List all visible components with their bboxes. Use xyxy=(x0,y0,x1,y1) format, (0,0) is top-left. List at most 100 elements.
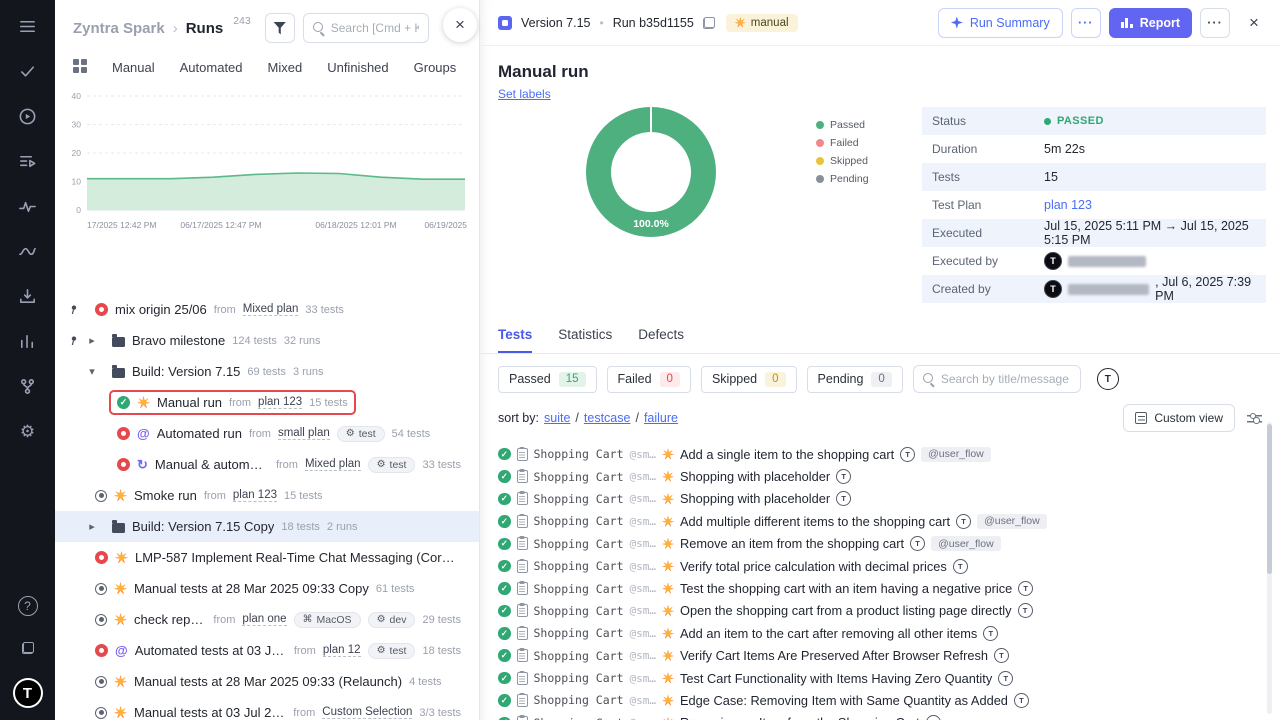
run-info-table: Status PASSED Duration 5m 22s Tests 15 T… xyxy=(922,107,1266,303)
summary-more-button[interactable]: ··· xyxy=(1071,8,1101,38)
run-tree-item[interactable]: mix origin 25/06 from Mixed plan 33 test… xyxy=(55,294,479,325)
rail-settings-button[interactable]: ⚙ xyxy=(16,419,40,443)
runs-count-badge: 243 xyxy=(233,13,251,27)
test-row[interactable]: ✓ Shopping Cart @sm… Remove an item from… xyxy=(498,533,1256,555)
tests-search-input[interactable] xyxy=(941,372,1071,386)
plan-link[interactable]: Mixed plan xyxy=(305,458,361,471)
clipboard-icon xyxy=(517,672,528,685)
sort-testcase-link[interactable]: testcase xyxy=(584,411,631,425)
test-row[interactable]: ✓ Shopping Cart @sm… Edge Case: Removing… xyxy=(498,689,1256,711)
run-tree-item[interactable]: Manual tests at 28 Mar 2025 09:33 Copy 6… xyxy=(55,573,479,604)
passed-check-icon: ✓ xyxy=(498,672,511,685)
rail-pulse-button[interactable] xyxy=(16,194,40,218)
runs-tab[interactable]: Automated xyxy=(180,60,243,75)
test-row[interactable]: ✓ Shopping Cart @sm… Shopping with place… xyxy=(498,465,1256,487)
legend-label: Skipped xyxy=(830,155,868,167)
breadcrumb-project[interactable]: Zyntra Spark xyxy=(73,20,165,37)
chevron-right-icon[interactable]: ▸ xyxy=(87,334,97,347)
run-tree-item[interactable]: ✓ Manual run from plan 123 15 tests xyxy=(55,387,479,418)
set-labels-link[interactable]: Set labels xyxy=(498,87,551,101)
run-tree-item[interactable]: Manual tests at 03 Jul 2025 12:08 from C… xyxy=(55,697,479,720)
run-tree-item[interactable]: LMP-587 Implement Real-Time Chat Messagi… xyxy=(55,542,479,573)
test-row[interactable]: ✓ Shopping Cart @sm… Open the shopping c… xyxy=(498,600,1256,622)
rail-branch-button[interactable] xyxy=(16,374,40,398)
chevron-right-icon[interactable]: ▸ xyxy=(87,520,97,533)
pin-slot xyxy=(67,304,80,315)
test-row[interactable]: ✓ Shopping Cart @sm… Test Cart Functiona… xyxy=(498,667,1256,689)
rail-analytics-button[interactable] xyxy=(16,239,40,263)
test-row[interactable]: ✓ Shopping Cart @sm… Verify total price … xyxy=(498,555,1256,577)
copy-run-id-icon[interactable] xyxy=(703,17,715,29)
plan-link[interactable]: small plan xyxy=(278,427,330,440)
run-tree-item[interactable]: @ Automated run from small plan ⚙test 54… xyxy=(55,418,479,449)
menu-button[interactable] xyxy=(16,14,40,38)
rail-testcases-button[interactable] xyxy=(16,59,40,83)
runs-search[interactable] xyxy=(303,13,429,43)
test-list-scrollbar[interactable] xyxy=(1267,422,1272,714)
plan-link[interactable]: plan 123 xyxy=(258,396,302,409)
custom-view-button[interactable]: Custom view xyxy=(1123,404,1235,432)
user-avatar[interactable]: T xyxy=(13,678,43,708)
grid-view-icon[interactable] xyxy=(73,59,87,76)
scrollbar-thumb[interactable] xyxy=(1267,424,1272,574)
tests-search[interactable] xyxy=(913,365,1081,393)
run-tree-item[interactable]: Smoke run from plan 123 15 tests xyxy=(55,480,479,511)
help-button[interactable]: ? xyxy=(16,594,40,618)
runs-tab[interactable]: Groups xyxy=(414,60,457,75)
runs-search-input[interactable] xyxy=(331,21,419,35)
run-tree-item[interactable]: check report sharing from plan one ⌘MacO… xyxy=(55,604,479,635)
test-row[interactable]: ✓ Shopping Cart @sm… Test the shopping c… xyxy=(498,577,1256,599)
status-filter-chip[interactable]: Passed 15 xyxy=(498,366,597,393)
status-filter-chip[interactable]: Failed 0 xyxy=(607,366,691,393)
run-tree-item[interactable]: ↻ Manual & automated run from Mixed plan… xyxy=(55,449,479,480)
test-row[interactable]: ✓ Shopping Cart @sm… Verify Cart Items A… xyxy=(498,645,1256,667)
test-plan-link[interactable]: plan 123 xyxy=(1044,198,1092,212)
chevron-down-icon[interactable]: ▾ xyxy=(87,365,97,378)
test-row[interactable]: ✓ Shopping Cart @sm… Add multiple differ… xyxy=(498,510,1256,532)
plan-link[interactable]: Custom Selection xyxy=(322,706,412,719)
assignee-filter-button[interactable]: T xyxy=(1097,368,1119,390)
run-tree-item[interactable]: @ Automated tests at 03 Jul 2025 13:25 f… xyxy=(55,635,479,666)
status-filter-chip[interactable]: Pending 0 xyxy=(807,366,903,393)
rail-reports-button[interactable] xyxy=(16,329,40,353)
rail-plans-button[interactable] xyxy=(16,149,40,173)
filter-button[interactable] xyxy=(265,13,295,43)
test-row[interactable]: ✓ Shopping Cart @sm… Add an item to the … xyxy=(498,622,1256,644)
plan-link[interactable]: plan one xyxy=(242,613,286,626)
suite-name: Shopping Cart xyxy=(534,604,624,618)
detail-tab[interactable]: Statistics xyxy=(558,327,612,353)
more-actions-button[interactable]: ··· xyxy=(1200,8,1230,38)
run-summary-button[interactable]: Run Summary xyxy=(938,8,1063,38)
close-detail-button[interactable]: × xyxy=(1242,13,1266,33)
info-label: Executed by xyxy=(932,254,1044,268)
run-tree-item[interactable]: ▸ Bravo milestone xyxy=(55,325,479,356)
run-tree-item[interactable]: ▸ Build: Version 7.15 Copy xyxy=(55,511,479,542)
runs-tab[interactable]: Unfinished xyxy=(327,60,388,75)
status-badge: PASSED xyxy=(1044,115,1104,127)
plan-link[interactable]: Mixed plan xyxy=(243,303,299,316)
manual-test-icon xyxy=(662,515,674,527)
version-label[interactable]: Version 7.15 xyxy=(521,16,591,30)
run-tree-item[interactable]: Manual tests at 28 Mar 2025 09:33 (Relau… xyxy=(55,666,479,697)
run-tree-item[interactable]: ▾ Build: Version 7.15 xyxy=(55,356,479,387)
status-filter-chip[interactable]: Skipped 0 xyxy=(701,366,797,393)
sort-suite-link[interactable]: suite xyxy=(544,411,570,425)
report-button[interactable]: Report xyxy=(1109,8,1192,38)
plan-link[interactable]: plan 123 xyxy=(233,489,277,502)
info-row-created-by: Created by T , Jul 6, 2025 7:39 PM xyxy=(922,275,1266,303)
detail-tab[interactable]: Defects xyxy=(638,327,684,353)
detail-tab[interactable]: Tests xyxy=(498,327,532,353)
runs-tab[interactable]: Mixed xyxy=(268,60,303,75)
rail-runs-button[interactable] xyxy=(16,104,40,128)
runs-tab[interactable]: Manual xyxy=(112,60,155,75)
sort-failure-link[interactable]: failure xyxy=(644,411,678,425)
test-row[interactable]: ✓ Shopping Cart @sm… Removing an Item fr… xyxy=(498,712,1256,720)
rail-docs-button[interactable] xyxy=(16,636,40,660)
test-row[interactable]: ✓ Shopping Cart @sm… Add a single item t… xyxy=(498,443,1256,465)
view-settings-icon[interactable] xyxy=(1247,412,1262,424)
plan-link[interactable]: plan 12 xyxy=(323,644,361,657)
rail-import-button[interactable] xyxy=(16,284,40,308)
test-row[interactable]: ✓ Shopping Cart @sm… Shopping with place… xyxy=(498,488,1256,510)
manual-test-icon xyxy=(662,650,674,662)
close-runs-panel-button[interactable]: × xyxy=(443,8,477,42)
